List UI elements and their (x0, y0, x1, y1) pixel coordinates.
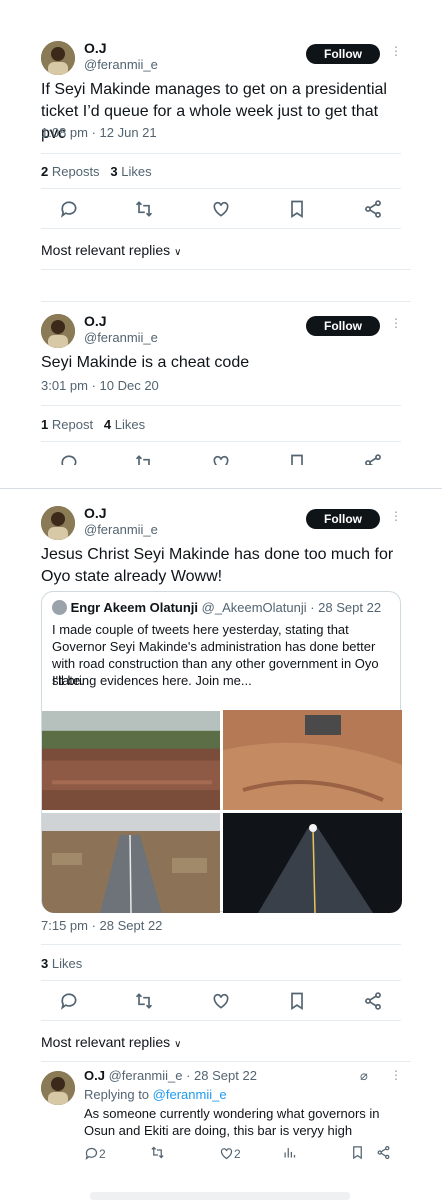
quote-author-name: Engr Akeem Olatunji (70, 600, 199, 615)
divider (41, 944, 401, 945)
replying-handle-link[interactable]: @feranmii_e (153, 1087, 227, 1102)
reply-text: As someone currently wondering what gove… (84, 1106, 380, 1138)
heart-icon[interactable] (211, 199, 231, 219)
likes-label[interactable]: Likes (52, 956, 82, 971)
bar-chart-icon[interactable] (282, 1145, 297, 1160)
likes-count[interactable]: 3 (110, 164, 117, 179)
reply-count: 2 (99, 1147, 106, 1161)
repost-arrows-icon[interactable] (134, 453, 154, 465)
action-row-cropped (41, 453, 411, 465)
reposts-label[interactable]: Repost (52, 417, 93, 432)
bookmark-icon[interactable] (287, 991, 307, 1011)
follow-button[interactable]: Follow (306, 316, 380, 336)
tweet-timestamp[interactable]: 7:15 pm · 28 Sept 22 (41, 918, 162, 933)
heart-icon (219, 1146, 234, 1161)
like-button[interactable]: 2 (219, 1145, 241, 1163)
speech-bubble-icon[interactable] (59, 991, 79, 1011)
avatar[interactable] (41, 314, 75, 348)
author-handle[interactable]: @feranmii_e (84, 57, 158, 72)
divider (41, 269, 411, 270)
tweet-timestamp[interactable]: 1:08 pm · 12 Jun 21 (41, 125, 157, 140)
grok-icon[interactable]: ⌀ (360, 1068, 368, 1084)
replying-to: Replying to @feranmii_e (84, 1087, 227, 1102)
tweet-text: Jesus Christ Seyi Makinde has done too m… (41, 546, 394, 585)
reply-handle-date[interactable]: @feranmii_e · 28 Sept 22 (109, 1068, 257, 1083)
avatar[interactable] (41, 1071, 75, 1105)
reply-header: O.J @feranmii_e · 28 Sept 22 (84, 1068, 257, 1083)
bookmark-icon[interactable] (287, 453, 307, 465)
more-dots-icon[interactable]: ⋮ (390, 509, 402, 523)
quote-text-continued: I'll bring evidences here. Join me... (52, 673, 252, 688)
engagement-stats: 3 Likes (41, 956, 82, 971)
heart-icon[interactable] (211, 991, 231, 1011)
divider (41, 1061, 411, 1062)
replies-sort-dropdown[interactable]: Most relevant replies ∨ (41, 1034, 181, 1050)
heart-icon[interactable] (211, 453, 231, 465)
divider (41, 153, 401, 154)
reply-button[interactable]: 2 (84, 1145, 106, 1163)
share-icon[interactable] (363, 991, 383, 1011)
engagement-stats: 2 Reposts 3 Likes (41, 164, 152, 179)
chevron-down-icon: ∨ (174, 247, 182, 258)
bookmark-icon[interactable] (287, 199, 307, 219)
replies-sort-label: Most relevant replies (41, 1034, 171, 1050)
share-icon[interactable] (363, 199, 383, 219)
follow-button[interactable]: Follow (306, 44, 380, 64)
divider (41, 441, 401, 442)
separator (41, 301, 411, 302)
author-name[interactable]: O.J (84, 40, 107, 56)
divider (41, 405, 401, 406)
follow-button[interactable]: Follow (306, 509, 380, 529)
divider (41, 1020, 401, 1021)
likes-label[interactable]: Likes (121, 164, 151, 179)
bookmark-icon[interactable] (350, 1145, 365, 1160)
more-dots-icon[interactable]: ⋮ (390, 316, 402, 330)
likes-label[interactable]: Likes (115, 417, 145, 432)
separator (0, 488, 442, 489)
reposts-count[interactable]: 2 (41, 164, 48, 179)
quoted-tweet-card[interactable]: Engr Akeem Olatunji @_AkeemOlatunji · 28… (41, 591, 402, 913)
speech-bubble-icon[interactable] (59, 199, 79, 219)
more-dots-icon[interactable]: ⋮ (390, 1068, 402, 1082)
repost-arrows-icon[interactable] (150, 1145, 165, 1160)
reply-author-name[interactable]: O.J (84, 1068, 105, 1083)
engagement-stats: 1 Repost 4 Likes (41, 417, 145, 432)
more-dots-icon[interactable]: ⋮ (390, 44, 402, 58)
likes-count[interactable]: 4 (104, 417, 111, 432)
author-name[interactable]: O.J (84, 505, 107, 521)
cropped-content-fragment (90, 1192, 350, 1200)
author-handle[interactable]: @feranmii_e (84, 330, 158, 345)
photo-aerial-road[interactable] (42, 813, 220, 913)
photo-muddy-road[interactable] (223, 710, 402, 810)
photo-night-road[interactable] (223, 813, 402, 913)
replies-sort-label: Most relevant replies (41, 242, 171, 258)
chevron-down-icon: ∨ (174, 1039, 182, 1050)
photo-flooded-road[interactable] (42, 710, 220, 810)
repost-arrows-icon[interactable] (134, 199, 154, 219)
reply-action-row: 2 2 (84, 1145, 404, 1163)
author-name[interactable]: O.J (84, 313, 107, 329)
speech-bubble-icon (84, 1146, 99, 1161)
reposts-label[interactable]: Reposts (52, 164, 100, 179)
avatar[interactable] (41, 41, 75, 75)
like-count: 2 (234, 1147, 241, 1161)
share-icon[interactable] (363, 453, 383, 465)
quote-avatar (52, 600, 67, 615)
author-handle[interactable]: @feranmii_e (84, 522, 158, 537)
tweet-text: Seyi Makinde is a cheat code (41, 354, 250, 371)
speech-bubble-icon[interactable] (59, 453, 79, 465)
quote-handle-date: @_AkeemOlatunji · 28 Sept 22 (201, 600, 382, 615)
share-icon[interactable] (376, 1145, 391, 1160)
reposts-count[interactable]: 1 (41, 417, 48, 432)
likes-count[interactable]: 3 (41, 956, 48, 971)
tweet-timestamp[interactable]: 3:01 pm · 10 Dec 20 (41, 378, 159, 393)
replying-prefix: Replying to (84, 1087, 150, 1102)
repost-arrows-icon[interactable] (134, 991, 154, 1011)
quote-author-row: Engr Akeem Olatunji @_AkeemOlatunji · 28… (52, 600, 392, 615)
divider (41, 980, 401, 981)
replies-sort-dropdown[interactable]: Most relevant replies ∨ (41, 242, 181, 258)
divider (41, 228, 401, 229)
divider (41, 188, 401, 189)
avatar[interactable] (41, 506, 75, 540)
